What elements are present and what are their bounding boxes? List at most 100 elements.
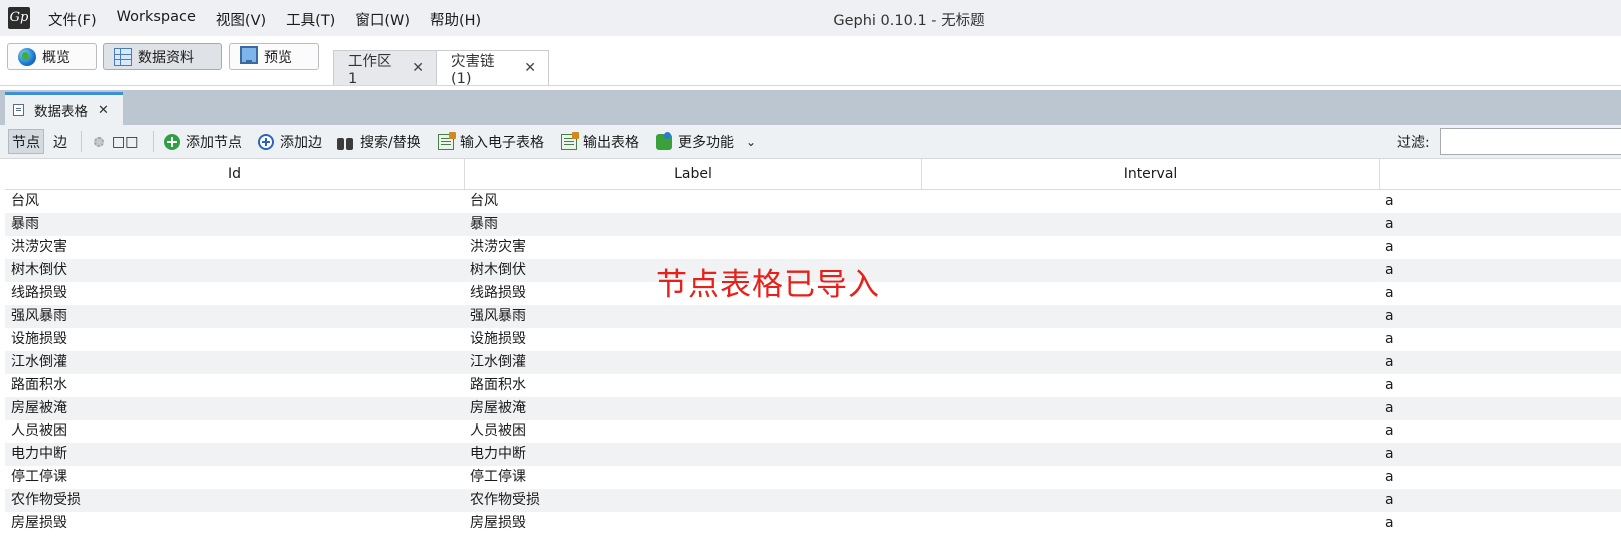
close-icon[interactable]: ✕ xyxy=(524,60,536,76)
cell-label[interactable]: 洪涝灾害 xyxy=(470,236,526,259)
cell-id[interactable]: 暴雨 xyxy=(11,213,39,236)
cell-extra[interactable]: a xyxy=(1385,420,1394,443)
cell-label[interactable]: 人员被困 xyxy=(470,420,526,443)
add-edge-label: 添加边 xyxy=(280,135,322,151)
cell-extra[interactable]: a xyxy=(1385,328,1394,351)
column-header-extra[interactable] xyxy=(1380,159,1621,189)
cell-extra[interactable]: a xyxy=(1385,397,1394,420)
cell-extra[interactable]: a xyxy=(1385,443,1394,466)
column-header-interval[interactable]: Interval xyxy=(922,159,1380,189)
table-row[interactable]: 路面积水 路面积水 a xyxy=(5,374,1621,397)
cell-extra[interactable]: a xyxy=(1385,259,1394,282)
table-row[interactable]: 强风暴雨 强风暴雨 a xyxy=(5,305,1621,328)
table-row[interactable]: 人员被困 人员被困 a xyxy=(5,420,1621,443)
cell-id[interactable]: 设施损毁 xyxy=(11,328,67,351)
workspace-tab-1[interactable]: 工作区 1 ✕ xyxy=(333,50,437,87)
cell-extra[interactable]: a xyxy=(1385,213,1394,236)
gear-icon xyxy=(94,137,104,147)
cell-id[interactable]: 人员被困 xyxy=(11,420,67,443)
cell-extra[interactable]: a xyxy=(1385,512,1394,535)
add-node-button[interactable]: 添加节点 xyxy=(164,131,242,153)
data-table-tab[interactable]: 数据表格 ✕ xyxy=(5,92,123,125)
table-row[interactable]: 设施损毁 设施损毁 a xyxy=(5,328,1621,351)
cell-label[interactable]: 台风 xyxy=(470,190,498,213)
workspace-tab-2[interactable]: 灾害链 (1) ✕ xyxy=(436,50,549,87)
nodes-toggle[interactable]: 节点 xyxy=(8,129,44,154)
column-header-label[interactable]: Label xyxy=(465,159,922,189)
data-laboratory-button[interactable]: 数据资料 xyxy=(103,43,222,70)
cell-label[interactable]: 江水倒灌 xyxy=(470,351,526,374)
column-header-id[interactable]: Id xyxy=(5,159,465,189)
overview-label: 概览 xyxy=(42,49,70,66)
overview-button[interactable]: 概览 xyxy=(7,43,97,70)
search-replace-button[interactable]: 搜索/替换 xyxy=(337,131,421,153)
spreadsheet-export-icon xyxy=(561,132,579,150)
cell-label[interactable]: 暴雨 xyxy=(470,213,498,236)
table-row[interactable]: 农作物受损 农作物受损 a xyxy=(5,489,1621,512)
table-body: 台风 台风 a 暴雨 暴雨 a 洪涝灾害 洪涝灾害 a 树木倒伏 树木倒伏 a 线路损毁 线路损毁 a 强风暴… xyxy=(5,190,1621,535)
monitor-icon xyxy=(240,46,258,64)
cell-label[interactable]: 线路损毁 xyxy=(470,282,526,305)
cell-label[interactable]: 树木倒伏 xyxy=(470,259,526,282)
cell-label[interactable]: 农作物受损 xyxy=(470,489,540,512)
import-spreadsheet-label: 输入电子表格 xyxy=(460,135,544,151)
cell-label[interactable]: 强风暴雨 xyxy=(470,305,526,328)
cell-id[interactable]: 停工停课 xyxy=(11,466,67,489)
preview-button[interactable]: 预览 xyxy=(229,43,319,70)
table-row[interactable]: 房屋被淹 房屋被淹 a xyxy=(5,397,1621,420)
configure-label: □□ xyxy=(112,134,139,150)
cell-extra[interactable]: a xyxy=(1385,236,1394,259)
cell-id[interactable]: 强风暴雨 xyxy=(11,305,67,328)
cell-label[interactable]: 停工停课 xyxy=(470,466,526,489)
cell-id[interactable]: 树木倒伏 xyxy=(11,259,67,282)
cell-label[interactable]: 房屋被淹 xyxy=(470,397,526,420)
toolbar-separator xyxy=(81,131,82,152)
cell-extra[interactable]: a xyxy=(1385,466,1394,489)
cell-id[interactable]: 房屋损毁 xyxy=(11,512,67,535)
cell-id[interactable]: 洪涝灾害 xyxy=(11,236,67,259)
table-row[interactable]: 洪涝灾害 洪涝灾害 a xyxy=(5,236,1621,259)
table-row[interactable]: 房屋损毁 房屋损毁 a xyxy=(5,512,1621,535)
add-edge-button[interactable]: 添加边 xyxy=(258,131,322,153)
cell-extra[interactable]: a xyxy=(1385,305,1394,328)
table-row[interactable]: 电力中断 电力中断 a xyxy=(5,443,1621,466)
data-table-toolbar: 节点 边 □□ 添加节点 添加边 搜索/替换 输入电子表格 输出表格 更多功能 … xyxy=(0,125,1621,159)
close-icon[interactable]: ✕ xyxy=(412,60,424,76)
configure-button[interactable]: □□ xyxy=(94,131,138,153)
filter-input[interactable] xyxy=(1440,128,1621,155)
spreadsheet-import-icon xyxy=(438,132,456,150)
table-row[interactable]: 暴雨 暴雨 a xyxy=(5,213,1621,236)
close-icon[interactable]: ✕ xyxy=(98,103,109,118)
more-actions-button[interactable]: 更多功能 ⌄ xyxy=(656,131,756,153)
more-actions-label: 更多功能 xyxy=(678,135,734,151)
cell-extra[interactable]: a xyxy=(1385,190,1394,213)
title-bar: Gp 文件(F) Workspace 视图(V) 工具(T) 窗口(W) 帮助(… xyxy=(0,0,1621,36)
workspace-tab-label: 灾害链 (1) xyxy=(451,53,495,87)
cell-id[interactable]: 线路损毁 xyxy=(11,282,67,305)
export-table-button[interactable]: 输出表格 xyxy=(561,131,639,153)
cell-id[interactable]: 台风 xyxy=(11,190,39,213)
preview-label: 预览 xyxy=(264,49,292,66)
edges-toggle[interactable]: 边 xyxy=(53,131,67,153)
toolbar-separator xyxy=(153,131,154,152)
cell-id[interactable]: 电力中断 xyxy=(11,443,67,466)
table-row[interactable]: 停工停课 停工停课 a xyxy=(5,466,1621,489)
cell-label[interactable]: 房屋损毁 xyxy=(470,512,526,535)
cell-id[interactable]: 路面积水 xyxy=(11,374,67,397)
filter-label: 过滤: xyxy=(1397,135,1430,151)
table-row[interactable]: 江水倒灌 江水倒灌 a xyxy=(5,351,1621,374)
cell-id[interactable]: 房屋被淹 xyxy=(11,397,67,420)
cell-extra[interactable]: a xyxy=(1385,282,1394,305)
cell-extra[interactable]: a xyxy=(1385,489,1394,512)
cell-extra[interactable]: a xyxy=(1385,351,1394,374)
cell-label[interactable]: 路面积水 xyxy=(470,374,526,397)
table-row[interactable]: 台风 台风 a xyxy=(5,190,1621,213)
cell-label[interactable]: 电力中断 xyxy=(470,443,526,466)
nodes-toggle-label: 节点 xyxy=(12,134,40,151)
cell-id[interactable]: 农作物受损 xyxy=(11,489,81,512)
window-title: Gephi 0.10.1 - 无标题 xyxy=(833,13,985,29)
cell-label[interactable]: 设施损毁 xyxy=(470,328,526,351)
cell-id[interactable]: 江水倒灌 xyxy=(11,351,67,374)
import-spreadsheet-button[interactable]: 输入电子表格 xyxy=(438,131,544,153)
cell-extra[interactable]: a xyxy=(1385,374,1394,397)
